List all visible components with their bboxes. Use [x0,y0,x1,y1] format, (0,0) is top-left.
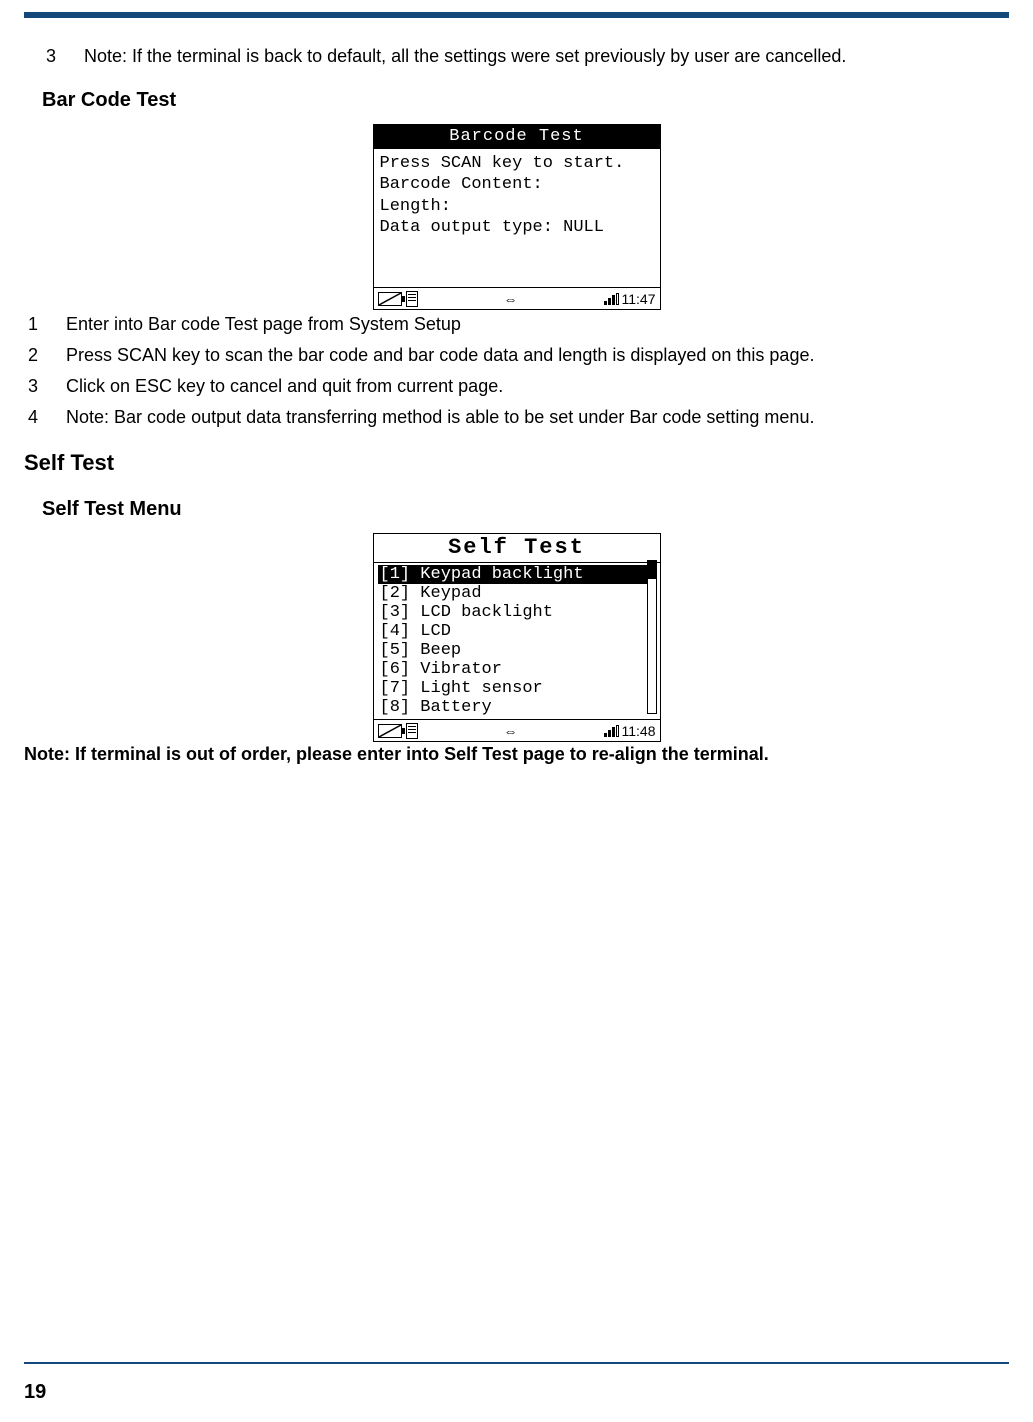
menu-item: [2] Keypad [378,584,656,603]
status-time: 11:47 [622,291,656,307]
battery-slash-icon [377,723,403,739]
list-item-text: Click on ESC key to cancel and quit from… [66,376,503,397]
list-item-text: Press SCAN key to scan the bar code and … [66,345,814,366]
status-left [378,723,418,739]
signal-icon [604,293,618,305]
self-test-screen: Self Test [1] Keypad backlight [2] Keypa… [373,533,661,742]
battery-icon [378,724,402,738]
list-item: 4 Note: Bar code output data transferrin… [24,407,1009,428]
scrollbar [647,560,657,714]
battery-icon [378,292,402,306]
status-right: 11:47 [604,291,656,307]
list-item-number: 4 [24,407,66,428]
self-test-note: Note: If terminal is out of order, pleas… [24,744,1009,765]
screen-line: Barcode Content: [380,174,654,195]
screen-body: [1] Keypad backlight [2] Keypad [3] LCD … [374,563,660,719]
top-rule [24,12,1009,18]
menu-item: [8] Battery [378,698,656,717]
list-item-number: 3 [24,376,66,397]
screen-title: Barcode Test [374,125,660,149]
list-item-text: Enter into Bar code Test page from Syste… [66,314,461,335]
list-item: 3 Click on ESC key to cancel and quit fr… [24,376,1009,397]
list-item-number: 1 [24,314,66,335]
heading-self-test: Self Test [24,450,1009,476]
screen-body: Press SCAN key to start. Barcode Content… [374,149,660,287]
menu-item: [7] Light sensor [378,679,656,698]
status-time: 11:48 [622,723,656,739]
list-item: 2 Press SCAN key to scan the bar code an… [24,345,1009,366]
status-left [378,291,418,307]
screen-status-bar: ⇔ 11:48 [374,719,660,741]
page-icon [406,723,418,739]
screen-line: Press SCAN key to start. [380,153,654,174]
menu-item: [5] Beep [378,641,656,660]
screen-line: Length: [380,196,654,217]
screen-title: Self Test [374,534,660,563]
list-item-text: Note: If the terminal is back to default… [84,46,846,67]
menu-item: [4] LCD [378,622,656,641]
list-item: 1 Enter into Bar code Test page from Sys… [24,314,1009,335]
page-number: 19 [24,1381,46,1404]
page-icon [406,291,418,307]
list-item-number: 2 [24,345,66,366]
screen-status-bar: ⇔ 11:47 [374,287,660,309]
bottom-rule [24,1362,1009,1364]
menu-item: [1] Keypad backlight [378,565,656,584]
heading-self-test-menu: Self Test Menu [42,498,1009,521]
list-item-number: 3 [42,46,84,67]
heading-bar-code-test: Bar Code Test [42,89,1009,112]
document-page: 3 Note: If the terminal is back to defau… [0,12,1033,1422]
list-item: 3 Note: If the terminal is back to defau… [24,46,1009,67]
battery-slash-icon [377,291,403,307]
signal-icon [604,725,618,737]
usb-icon: ⇔ [504,723,518,739]
screen-line: Data output type: NULL [380,217,654,238]
status-right: 11:48 [604,723,656,739]
menu-item: [3] LCD backlight [378,603,656,622]
menu-item: [6] Vibrator [378,660,656,679]
barcode-test-screen: Barcode Test Press SCAN key to start. Ba… [373,124,661,310]
scrollbar-thumb [648,561,656,579]
usb-icon: ⇔ [504,291,518,307]
list-item-text: Note: Bar code output data transferring … [66,407,814,428]
